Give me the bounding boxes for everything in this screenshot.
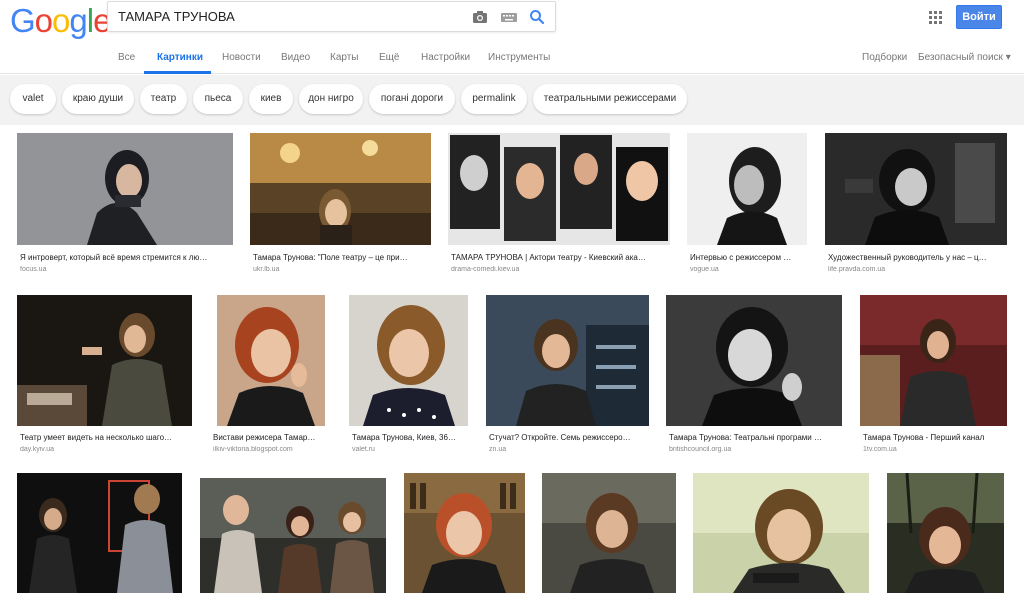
result-image[interactable] bbox=[542, 473, 676, 593]
search-icon[interactable] bbox=[528, 8, 546, 26]
result-source: focus.ua bbox=[20, 266, 47, 273]
result-image[interactable] bbox=[486, 295, 649, 426]
result-source: life.pravda.com.ua bbox=[828, 266, 886, 273]
chip-kiev[interactable]: киев bbox=[249, 84, 293, 114]
result-image[interactable] bbox=[250, 133, 431, 245]
logo-letter: o bbox=[34, 2, 53, 39]
chip-don-nigro[interactable]: дон нигро bbox=[299, 84, 363, 114]
chip-permalink[interactable]: permalink bbox=[461, 84, 527, 114]
chip-pogani-dorogi[interactable]: погані дороги bbox=[369, 84, 455, 114]
chip-teatralnymi-rezhisserami[interactable]: театральными режиссерами bbox=[533, 84, 687, 114]
result-source: drama-comedi.kiev.ua bbox=[451, 266, 520, 273]
related-searches-bar: valet краю души театр пьеса киев дон ниг… bbox=[0, 75, 1024, 125]
tab-news[interactable]: Новости bbox=[222, 52, 261, 63]
search-input[interactable] bbox=[118, 2, 458, 31]
result-image[interactable] bbox=[448, 133, 670, 245]
result-caption[interactable]: Я интроверт, который всё время стремится… bbox=[20, 253, 232, 262]
result-source: britishcouncil.org.ua bbox=[669, 446, 732, 453]
logo-letter: G bbox=[10, 2, 36, 39]
chip-piesa[interactable]: пьеса bbox=[193, 84, 243, 114]
result-image[interactable] bbox=[887, 473, 1004, 593]
search-box bbox=[107, 1, 556, 32]
tab-settings[interactable]: Настройки bbox=[421, 52, 470, 63]
tab-tools[interactable]: Инструменты bbox=[488, 52, 550, 63]
result-source: zn.ua bbox=[489, 446, 507, 453]
apps-grid-icon[interactable] bbox=[929, 11, 942, 24]
result-image[interactable] bbox=[17, 133, 233, 245]
result-caption[interactable]: Стучат? Откройте. Семь режиссеро… bbox=[489, 433, 649, 442]
result-source: day.kyiv.ua bbox=[20, 446, 54, 453]
result-image[interactable] bbox=[404, 473, 525, 593]
tab-maps[interactable]: Карты bbox=[330, 52, 359, 63]
result-source: valet.ru bbox=[352, 446, 375, 453]
result-image[interactable] bbox=[349, 295, 468, 426]
active-tab-indicator bbox=[144, 71, 211, 74]
result-source: vogue.ua bbox=[690, 266, 719, 273]
image-results-grid: Я интроверт, который всё время стремится… bbox=[0, 125, 1024, 593]
chip-teatr[interactable]: театр bbox=[140, 84, 187, 114]
result-caption[interactable]: ТАМАРА ТРУНОВА | Актори театру - Киевски… bbox=[451, 253, 667, 262]
tab-more[interactable]: Ещё bbox=[379, 52, 399, 63]
result-image[interactable] bbox=[17, 295, 192, 426]
result-source: 1tv.com.ua bbox=[863, 446, 897, 453]
result-source: ukr.lb.ua bbox=[253, 266, 280, 273]
result-caption[interactable]: Театр умеет видеть на несколько шаго… bbox=[20, 433, 192, 442]
result-image[interactable] bbox=[17, 473, 182, 593]
search-tabs: Все Картинки Новости Видео Карты Ещё Нас… bbox=[0, 42, 1024, 74]
result-caption[interactable]: Тамара Трунова - Перший канал bbox=[863, 433, 1007, 442]
result-caption[interactable]: Тамара Трунова, Киев, 36… bbox=[352, 433, 468, 442]
result-image[interactable] bbox=[860, 295, 1007, 426]
tab-all[interactable]: Все bbox=[118, 52, 135, 63]
collections-link[interactable]: Подборки bbox=[862, 52, 907, 63]
result-caption[interactable]: Тамара Трунова: Театральні програми … bbox=[669, 433, 839, 442]
chip-kraiu-dushi[interactable]: краю души bbox=[62, 84, 134, 114]
result-caption[interactable]: Вистави режисера Тамар… bbox=[213, 433, 328, 442]
signin-button[interactable]: Войти bbox=[956, 5, 1002, 29]
result-caption[interactable]: Тамара Трунова: "Поле театру – це при… bbox=[253, 253, 429, 262]
result-caption[interactable]: Художественный руководитель у нас – ц… bbox=[828, 253, 1006, 262]
result-image[interactable] bbox=[666, 295, 842, 426]
tab-images[interactable]: Картинки bbox=[157, 52, 203, 63]
result-source: ilkiv-viktoria.blogspot.com bbox=[213, 446, 293, 453]
google-logo[interactable]: Google bbox=[10, 2, 111, 40]
result-caption[interactable]: Интервью с режиссером … bbox=[690, 253, 806, 262]
result-image[interactable] bbox=[687, 133, 807, 245]
result-image[interactable] bbox=[217, 295, 325, 426]
logo-letter: g bbox=[69, 2, 87, 39]
chip-valet[interactable]: valet bbox=[10, 84, 56, 114]
result-image[interactable] bbox=[825, 133, 1007, 245]
keyboard-icon[interactable] bbox=[500, 8, 518, 26]
header: Google Войти Все Картинки Новости Видео … bbox=[0, 0, 1024, 74]
tab-video[interactable]: Видео bbox=[281, 52, 310, 63]
result-image[interactable] bbox=[200, 478, 386, 593]
result-image[interactable] bbox=[693, 473, 869, 593]
logo-letter: o bbox=[52, 2, 70, 39]
camera-icon[interactable] bbox=[471, 8, 489, 26]
safesearch-dropdown[interactable]: Безопасный поиск ▾ bbox=[918, 52, 1011, 63]
